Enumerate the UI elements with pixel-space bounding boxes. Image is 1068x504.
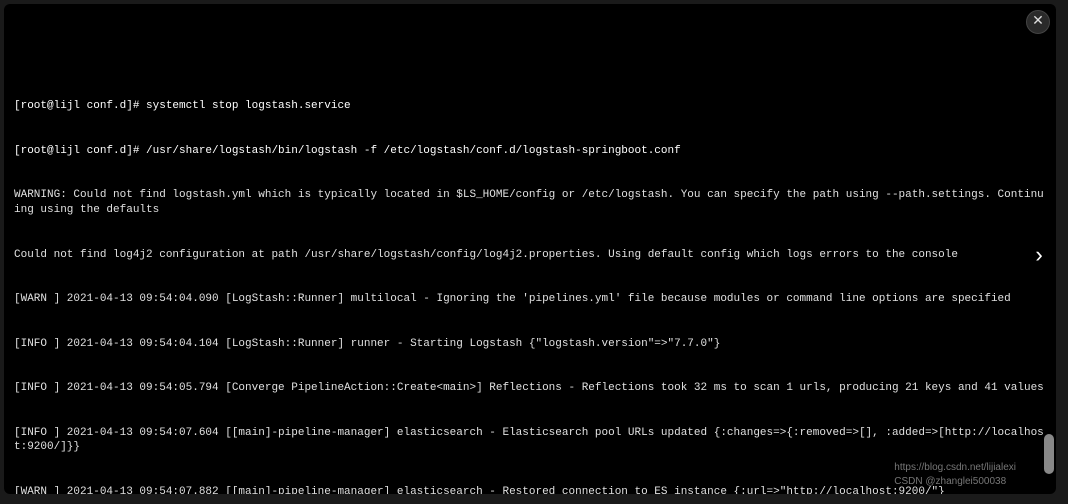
close-icon[interactable]: ✕ [1026,10,1050,34]
terminal-window[interactable]: ✕ › [root@lijl conf.d]# systemctl stop l… [4,4,1056,494]
log-line: [INFO ] 2021-04-13 09:54:04.104 [LogStas… [14,337,1046,352]
log-line: [WARN ] 2021-04-13 09:54:04.090 [LogStas… [14,292,1046,307]
prompt-line-2: [root@lijl conf.d]# /usr/share/logstash/… [14,144,1046,159]
log-line: [WARN ] 2021-04-13 09:54:07.882 [[main]-… [14,485,1046,494]
log-line: Could not find log4j2 configuration at p… [14,248,1046,263]
log-line: [INFO ] 2021-04-13 09:54:07.604 [[main]-… [14,426,1046,456]
scrollbar-thumb[interactable] [1044,434,1054,474]
chevron-right-icon[interactable]: › [1028,244,1050,270]
log-line: [INFO ] 2021-04-13 09:54:05.794 [Converg… [14,381,1046,396]
prompt-line-1: [root@lijl conf.d]# systemctl stop logst… [14,99,1046,114]
log-line: WARNING: Could not find logstash.yml whi… [14,188,1046,218]
watermark-text: https://blog.csdn.net/lijialexi CSDN @zh… [894,461,1016,488]
